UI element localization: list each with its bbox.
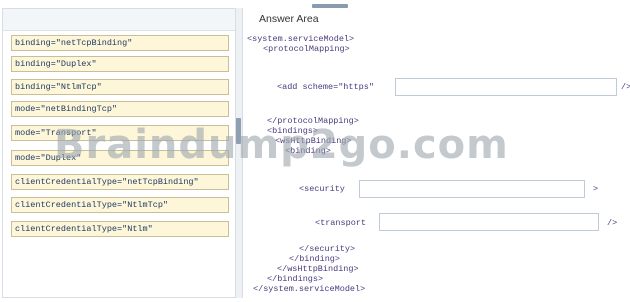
code-line-system-servicemodel-open: <system.serviceModel> [247, 34, 355, 44]
option-binding-nettcpbinding[interactable]: binding="netTcpBinding" [11, 35, 229, 51]
option-binding-ntlmtcp[interactable]: binding="NtlmTcp" [11, 79, 229, 95]
code-line-binding-close: </binding> [289, 254, 341, 264]
option-clientcredentialtype-ntlm[interactable]: clientCredentialType="Ntlm" [11, 221, 229, 237]
code-transport-close: /> [607, 218, 618, 228]
code-line-bindings-open: <bindings> [267, 126, 319, 136]
options-panel-header [3, 9, 235, 31]
code-line-wshttpbinding-open: <wsHttpBinding> [275, 136, 352, 146]
code-security-close: > [593, 184, 599, 194]
code-transport: <transport [315, 218, 367, 228]
options-scrollbar-thumb[interactable] [236, 118, 241, 144]
code-line-bindings-close: </bindings> [267, 274, 324, 284]
option-mode-transport[interactable]: mode="Transport" [11, 125, 229, 141]
code-line-protocolmapping-close: </protocolMapping> [267, 116, 359, 126]
option-mode-netbindingtcp[interactable]: mode="netBindingTcp" [11, 101, 229, 117]
code-line-protocolmapping-open: <protocolMapping> [263, 44, 350, 54]
code-security: <security [299, 184, 345, 194]
code-line-wshttpbinding-close: </wsHttpBinding> [277, 264, 359, 274]
code-line-binding-open: <binding> [285, 146, 331, 156]
answer-area: Answer Area <system.serviceModel> <proto… [242, 8, 630, 298]
code-line-security-close: </security> [299, 244, 356, 254]
option-clientcredentialtype-nettcpbinding[interactable]: clientCredentialType="netTcpBinding" [11, 174, 229, 190]
drop-target-transport[interactable] [379, 213, 599, 231]
code-add-scheme: <add scheme="https" [277, 82, 374, 92]
option-binding-duplex[interactable]: binding="Duplex" [11, 56, 229, 72]
code-add-close: /> [621, 82, 630, 92]
drop-target-add-scheme[interactable] [395, 78, 617, 96]
code-line-system-servicemodel-close: </system.serviceModel> [253, 284, 366, 294]
answer-area-title: Answer Area [259, 13, 319, 25]
option-clientcredentialtype-ntlmtcp[interactable]: clientCredentialType="NtlmTcp" [11, 197, 229, 213]
drop-target-security[interactable] [359, 180, 585, 198]
options-panel: binding="netTcpBinding" binding="Duplex"… [2, 8, 236, 298]
option-mode-duplex[interactable]: mode="Duplex" [11, 150, 229, 166]
